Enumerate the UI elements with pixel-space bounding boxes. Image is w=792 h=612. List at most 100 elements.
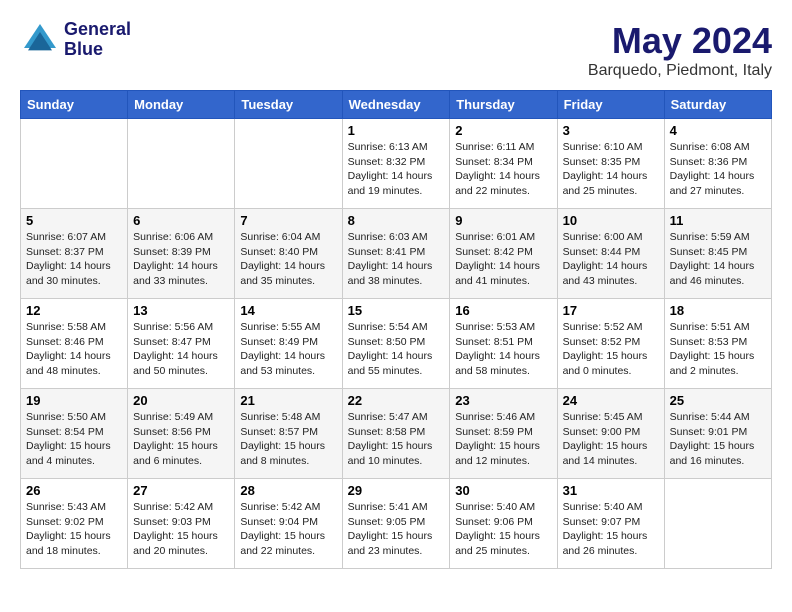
weekday-header: Saturday (664, 91, 771, 119)
day-info: Sunrise: 5:52 AM Sunset: 8:52 PM Dayligh… (563, 320, 659, 379)
day-info: Sunrise: 6:13 AM Sunset: 8:32 PM Dayligh… (348, 140, 445, 199)
day-number: 8 (348, 213, 445, 228)
day-number: 13 (133, 303, 229, 318)
weekday-header: Wednesday (342, 91, 450, 119)
weekday-header: Tuesday (235, 91, 342, 119)
day-number: 17 (563, 303, 659, 318)
day-info: Sunrise: 5:58 AM Sunset: 8:46 PM Dayligh… (26, 320, 122, 379)
day-info: Sunrise: 6:03 AM Sunset: 8:41 PM Dayligh… (348, 230, 445, 289)
calendar-day: 12 Sunrise: 5:58 AM Sunset: 8:46 PM Dayli… (21, 299, 128, 389)
day-info: Sunrise: 5:46 AM Sunset: 8:59 PM Dayligh… (455, 410, 551, 469)
day-info: Sunrise: 5:45 AM Sunset: 9:00 PM Dayligh… (563, 410, 659, 469)
day-number: 24 (563, 393, 659, 408)
calendar-day: 23 Sunrise: 5:46 AM Sunset: 8:59 PM Dayli… (450, 389, 557, 479)
logo-icon (20, 20, 60, 60)
calendar-day: 26Sunrise: 5:43 AM Sunset: 9:02 PM Dayli… (21, 479, 128, 569)
title-area: May 2024 Barquedo, Piedmont, Italy (588, 20, 772, 80)
day-info: Sunrise: 5:40 AM Sunset: 9:06 PM Dayligh… (455, 500, 551, 559)
calendar-day: 2 Sunrise: 6:11 AM Sunset: 8:34 PM Daylig… (450, 119, 557, 209)
day-number: 12 (26, 303, 122, 318)
day-number: 1 (348, 123, 445, 138)
day-info: Sunrise: 5:41 AM Sunset: 9:05 PM Dayligh… (348, 500, 445, 559)
calendar-day: 6Sunrise: 6:06 AM Sunset: 8:39 PM Daylig… (128, 209, 235, 299)
day-info: Sunrise: 5:47 AM Sunset: 8:58 PM Dayligh… (348, 410, 445, 469)
calendar-day: 18Sunrise: 5:51 AM Sunset: 8:53 PM Dayli… (664, 299, 771, 389)
day-info: Sunrise: 6:04 AM Sunset: 8:40 PM Dayligh… (240, 230, 336, 289)
day-number: 7 (240, 213, 336, 228)
calendar-day: 11 Sunrise: 5:59 AM Sunset: 8:45 PM Dayli… (664, 209, 771, 299)
day-info: Sunrise: 5:40 AM Sunset: 9:07 PM Dayligh… (563, 500, 659, 559)
weekday-header: Friday (557, 91, 664, 119)
calendar-week-row: 5Sunrise: 6:07 AM Sunset: 8:37 PM Daylig… (21, 209, 772, 299)
calendar-empty (235, 119, 342, 209)
month-title: May 2024 (588, 20, 772, 62)
calendar-week-row: 12 Sunrise: 5:58 AM Sunset: 8:46 PM Dayli… (21, 299, 772, 389)
calendar-day: 21 Sunrise: 5:48 AM Sunset: 8:57 PM Dayli… (235, 389, 342, 479)
calendar-day: 1 Sunrise: 6:13 AM Sunset: 8:32 PM Daylig… (342, 119, 450, 209)
weekday-header-row: SundayMondayTuesdayWednesdayThursdayFrid… (21, 91, 772, 119)
day-number: 27 (133, 483, 229, 498)
day-number: 10 (563, 213, 659, 228)
day-number: 30 (455, 483, 551, 498)
calendar-empty (21, 119, 128, 209)
day-info: Sunrise: 5:59 AM Sunset: 8:45 PM Dayligh… (670, 230, 766, 289)
calendar-day: 29 Sunrise: 5:41 AM Sunset: 9:05 PM Dayli… (342, 479, 450, 569)
logo: General Blue (20, 20, 131, 60)
day-number: 20 (133, 393, 229, 408)
weekday-header: Monday (128, 91, 235, 119)
logo-text: General Blue (64, 20, 131, 60)
calendar-day: 5Sunrise: 6:07 AM Sunset: 8:37 PM Daylig… (21, 209, 128, 299)
day-info: Sunrise: 6:11 AM Sunset: 8:34 PM Dayligh… (455, 140, 551, 199)
day-number: 21 (240, 393, 336, 408)
day-info: Sunrise: 5:53 AM Sunset: 8:51 PM Dayligh… (455, 320, 551, 379)
day-info: Sunrise: 5:56 AM Sunset: 8:47 PM Dayligh… (133, 320, 229, 379)
calendar-day: 19 Sunrise: 5:50 AM Sunset: 8:54 PM Dayli… (21, 389, 128, 479)
day-number: 2 (455, 123, 551, 138)
day-number: 11 (670, 213, 766, 228)
day-number: 19 (26, 393, 122, 408)
page-header: General Blue May 2024 Barquedo, Piedmont… (20, 20, 772, 80)
weekday-header: Thursday (450, 91, 557, 119)
day-number: 26 (26, 483, 122, 498)
day-info: Sunrise: 5:48 AM Sunset: 8:57 PM Dayligh… (240, 410, 336, 469)
calendar-day: 14 Sunrise: 5:55 AM Sunset: 8:49 PM Dayli… (235, 299, 342, 389)
day-info: Sunrise: 6:08 AM Sunset: 8:36 PM Dayligh… (670, 140, 766, 199)
calendar-day: 17 Sunrise: 5:52 AM Sunset: 8:52 PM Dayli… (557, 299, 664, 389)
day-info: Sunrise: 6:01 AM Sunset: 8:42 PM Dayligh… (455, 230, 551, 289)
day-number: 3 (563, 123, 659, 138)
day-number: 22 (348, 393, 445, 408)
calendar-day: 31Sunrise: 5:40 AM Sunset: 9:07 PM Dayli… (557, 479, 664, 569)
day-info: Sunrise: 5:50 AM Sunset: 8:54 PM Dayligh… (26, 410, 122, 469)
day-number: 28 (240, 483, 336, 498)
calendar-day: 13 Sunrise: 5:56 AM Sunset: 8:47 PM Dayli… (128, 299, 235, 389)
day-info: Sunrise: 5:55 AM Sunset: 8:49 PM Dayligh… (240, 320, 336, 379)
day-info: Sunrise: 5:54 AM Sunset: 8:50 PM Dayligh… (348, 320, 445, 379)
calendar-day: 3 Sunrise: 6:10 AM Sunset: 8:35 PM Daylig… (557, 119, 664, 209)
day-info: Sunrise: 5:49 AM Sunset: 8:56 PM Dayligh… (133, 410, 229, 469)
calendar-day: 15 Sunrise: 5:54 AM Sunset: 8:50 PM Dayli… (342, 299, 450, 389)
weekday-header: Sunday (21, 91, 128, 119)
day-number: 23 (455, 393, 551, 408)
day-number: 4 (670, 123, 766, 138)
calendar-day: 24 Sunrise: 5:45 AM Sunset: 9:00 PM Dayli… (557, 389, 664, 479)
calendar-day: 25 Sunrise: 5:44 AM Sunset: 9:01 PM Dayli… (664, 389, 771, 479)
calendar-week-row: 1 Sunrise: 6:13 AM Sunset: 8:32 PM Daylig… (21, 119, 772, 209)
day-number: 9 (455, 213, 551, 228)
day-info: Sunrise: 5:44 AM Sunset: 9:01 PM Dayligh… (670, 410, 766, 469)
calendar-day: 10 Sunrise: 6:00 AM Sunset: 8:44 PM Dayli… (557, 209, 664, 299)
calendar-day: 27 Sunrise: 5:42 AM Sunset: 9:03 PM Dayli… (128, 479, 235, 569)
day-info: Sunrise: 5:51 AM Sunset: 8:53 PM Dayligh… (670, 320, 766, 379)
day-number: 15 (348, 303, 445, 318)
day-info: Sunrise: 6:00 AM Sunset: 8:44 PM Dayligh… (563, 230, 659, 289)
day-info: Sunrise: 5:42 AM Sunset: 9:04 PM Dayligh… (240, 500, 336, 559)
day-number: 25 (670, 393, 766, 408)
day-info: Sunrise: 6:10 AM Sunset: 8:35 PM Dayligh… (563, 140, 659, 199)
day-info: Sunrise: 5:42 AM Sunset: 9:03 PM Dayligh… (133, 500, 229, 559)
day-number: 14 (240, 303, 336, 318)
calendar-day: 22 Sunrise: 5:47 AM Sunset: 8:58 PM Dayli… (342, 389, 450, 479)
day-info: Sunrise: 6:06 AM Sunset: 8:39 PM Dayligh… (133, 230, 229, 289)
calendar-day: 28 Sunrise: 5:42 AM Sunset: 9:04 PM Dayli… (235, 479, 342, 569)
day-number: 5 (26, 213, 122, 228)
calendar-empty (664, 479, 771, 569)
day-number: 29 (348, 483, 445, 498)
